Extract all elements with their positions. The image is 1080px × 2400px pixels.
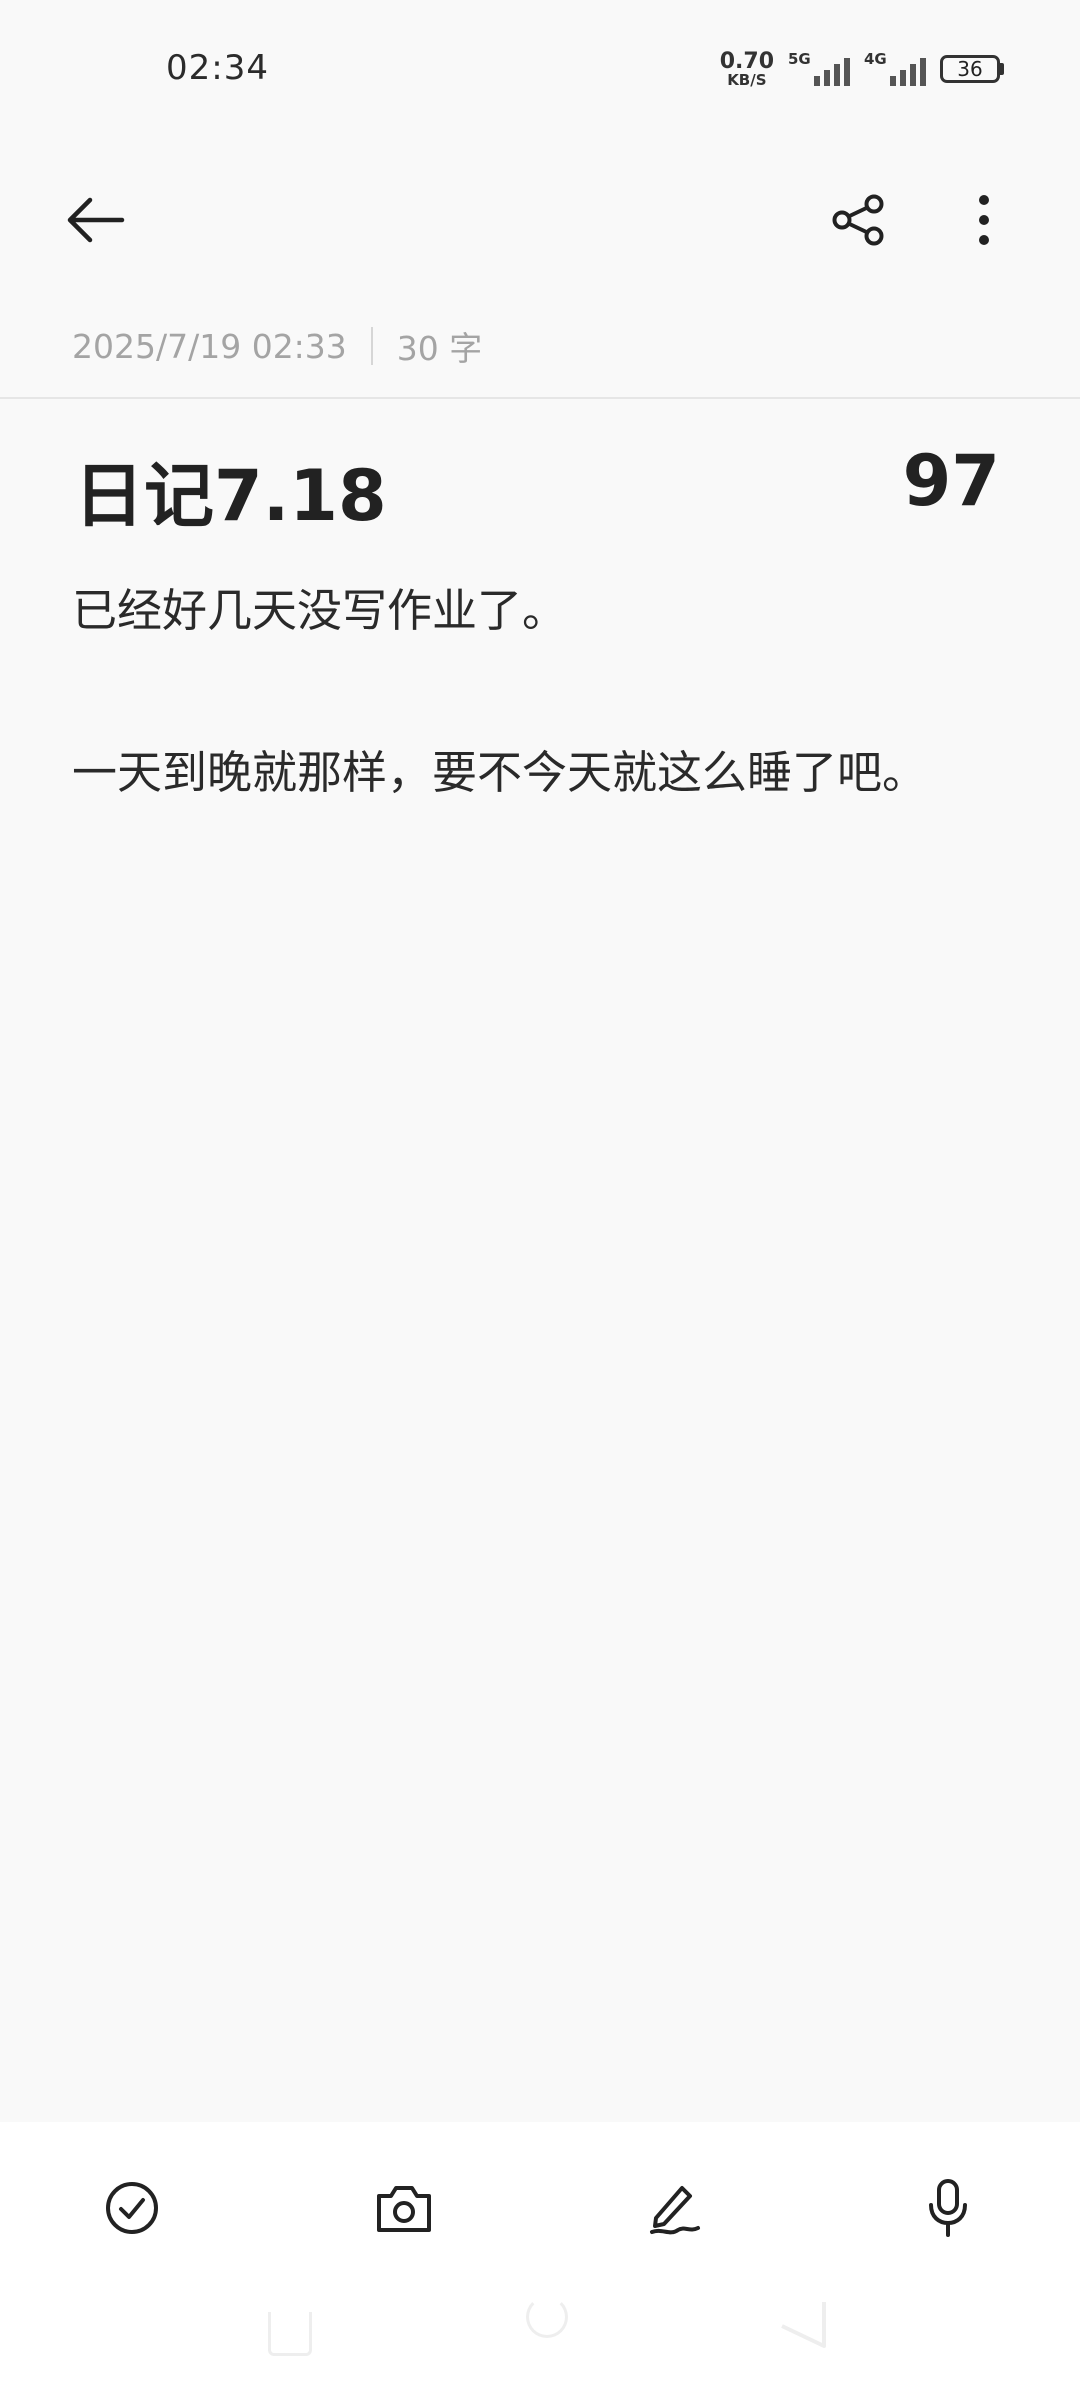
more-vertical-icon xyxy=(979,195,989,245)
meta-separator xyxy=(370,327,373,365)
status-bar: 02:34 0.70 KB/S 5G 4G 36 xyxy=(0,0,1080,140)
note-word-count: 30 字 xyxy=(396,329,483,368)
battery-icon: 36 xyxy=(940,55,1004,83)
nav-back-button[interactable] xyxy=(774,2296,828,2356)
voice-input-button[interactable] xyxy=(906,2166,990,2250)
note-title[interactable]: 日记7.18 xyxy=(74,440,387,541)
battery-level: 36 xyxy=(957,57,983,81)
note-blank-line[interactable] xyxy=(72,642,1012,742)
back-button[interactable] xyxy=(56,180,136,260)
more-options-button[interactable] xyxy=(944,180,1024,260)
camera-icon xyxy=(377,2186,431,2232)
status-indicators: 0.70 KB/S 5G 4G 36 xyxy=(720,50,1004,88)
nav-recents-button[interactable] xyxy=(268,2312,312,2356)
signal-4g-icon: 4G xyxy=(864,50,926,88)
checklist-icon xyxy=(106,2182,158,2234)
sim2-network-type: 4G xyxy=(864,50,887,68)
note-number[interactable]: 97 xyxy=(903,440,1000,522)
handwriting-button[interactable] xyxy=(632,2166,716,2250)
share-icon xyxy=(832,194,884,246)
microphone-icon xyxy=(929,2179,967,2237)
header-divider xyxy=(0,397,1080,399)
note-line[interactable]: 一天到晚就那样，要不今天就这么睡了吧。 xyxy=(72,742,1012,804)
checklist-button[interactable] xyxy=(90,2166,174,2250)
note-datetime: 2025/7/19 02:33 xyxy=(72,326,347,366)
nav-home-button[interactable] xyxy=(526,2296,568,2338)
status-time: 02:34 xyxy=(166,48,269,88)
network-speed-value: 0.70 xyxy=(719,48,774,74)
camera-button[interactable] xyxy=(362,2166,446,2250)
bottom-tool-bar xyxy=(0,2122,1080,2400)
note-line[interactable]: 已经好几天没写作业了。 xyxy=(72,580,1012,642)
arrow-left-icon xyxy=(67,197,125,243)
top-toolbar xyxy=(0,180,1080,260)
sim1-network-type: 5G xyxy=(788,50,811,68)
network-speed: 0.70 KB/S xyxy=(719,48,774,89)
signal-5g-icon: 5G xyxy=(788,50,850,88)
share-button[interactable] xyxy=(818,180,898,260)
note-body[interactable]: 已经好几天没写作业了。 一天到晚就那样，要不今天就这么睡了吧。 xyxy=(72,580,1012,804)
note-meta: 2025/7/19 02:33 30 字 xyxy=(72,322,482,370)
network-speed-unit: KB/S xyxy=(727,70,767,89)
pen-icon xyxy=(650,2186,700,2235)
